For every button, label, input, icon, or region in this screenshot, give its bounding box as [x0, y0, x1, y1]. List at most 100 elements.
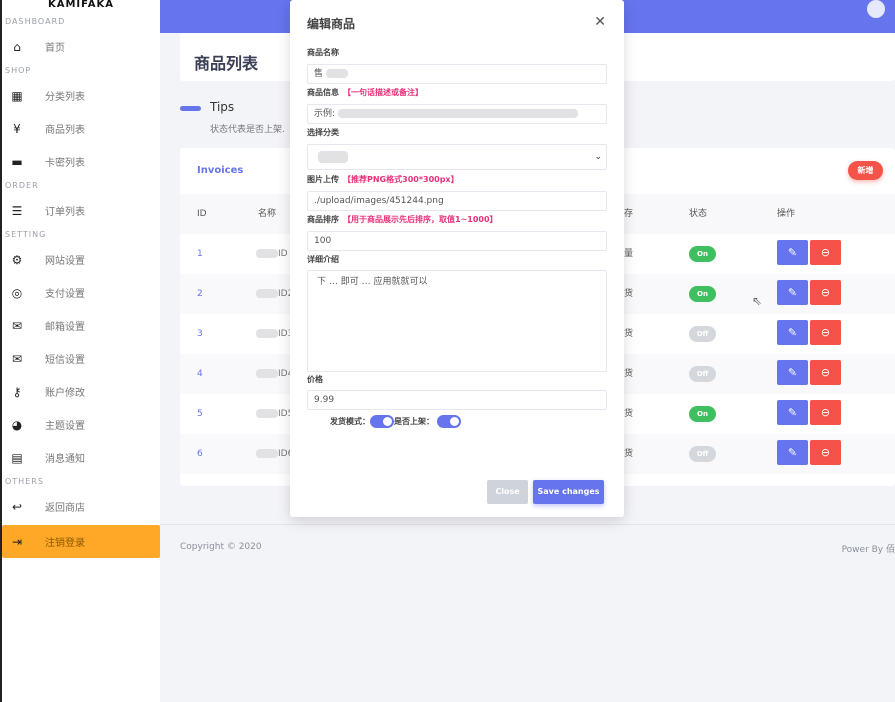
card-title: Invoices — [197, 165, 244, 176]
delete-icon[interactable]: ⊖ — [810, 360, 841, 385]
edit-icon[interactable]: ✎ — [777, 440, 808, 465]
row-id: 5 — [197, 409, 203, 419]
status-toggle[interactable]: Off — [689, 446, 716, 462]
category-select[interactable]: ⌄ — [307, 144, 607, 170]
sidebar-section-title: OTHERS — [5, 477, 44, 486]
row-name: ID4 — [256, 354, 293, 394]
row-stock: 货 — [624, 369, 634, 379]
listed-label: 是否上架： — [394, 417, 434, 426]
sidebar-item-label: 分类列表 — [45, 92, 85, 103]
sidebar-item[interactable]: ⇥ 注销登录 — [2, 525, 160, 558]
sort-input[interactable]: 100 — [307, 231, 607, 251]
sidebar-item[interactable]: ▬ 卡密列表 — [2, 145, 160, 178]
delete-icon[interactable]: ⊖ — [810, 240, 841, 265]
grid-icon: ▦ — [11, 88, 23, 103]
sidebar-item[interactable]: ↩ 返回商店 — [2, 490, 160, 523]
power-by: Power By 佰 — [841, 545, 895, 555]
delete-icon[interactable]: ⊖ — [810, 280, 841, 305]
sidebar-item-label: 短信设置 — [45, 355, 85, 366]
sidebar-item[interactable]: ▤ 消息通知 — [2, 441, 160, 474]
info-label-text: 商品信息 — [307, 88, 339, 97]
tips-bar-icon — [180, 106, 201, 111]
edit-product-modal: 编辑商品 ✕ 商品名称 售 商品信息 【一句话描述或备注】 示例: 选择分类 ⌄ … — [290, 0, 624, 517]
row-id: 4 — [197, 369, 203, 379]
detail-textarea[interactable]: 下 … 即可 … 应用就就可以 — [307, 270, 607, 372]
delete-icon[interactable]: ⊖ — [810, 440, 841, 465]
status-toggle[interactable]: Off — [689, 366, 716, 382]
status-toggle[interactable]: On — [689, 246, 716, 262]
user-avatar-icon[interactable] — [867, 0, 885, 18]
row-id: 6 — [197, 449, 203, 459]
col-name: 名称 — [258, 209, 277, 219]
price-input[interactable]: 9.99 — [307, 390, 607, 410]
detail-label: 详细介绍 — [307, 255, 339, 264]
edit-icon[interactable]: ✎ — [777, 320, 808, 345]
close-icon[interactable]: ✕ — [594, 14, 606, 30]
row-name: ID6 — [256, 434, 293, 474]
tips-text: 状态代表是否上架. — [210, 125, 285, 135]
sidebar-section-title: SETTING — [5, 230, 47, 239]
detail-value: 下 … 即可 … 应用就就可以 — [317, 277, 428, 287]
listed-toggle[interactable] — [436, 415, 461, 428]
col-status: 状态 — [689, 209, 708, 219]
sidebar-item[interactable]: ⚙ 网站设置 — [2, 243, 160, 276]
edit-icon[interactable]: ✎ — [777, 360, 808, 385]
reply-icon: ↩ — [11, 499, 23, 514]
row-stock: 量 — [624, 249, 634, 259]
sidebar-item-label: 商品列表 — [45, 125, 85, 136]
sidebar-item[interactable]: ⌂ 首页 — [2, 30, 160, 63]
sidebar-item-label: 注销登录 — [45, 538, 85, 549]
edit-icon[interactable]: ✎ — [777, 400, 808, 425]
col-actions: 操作 — [777, 209, 796, 219]
delete-icon[interactable]: ⊖ — [810, 400, 841, 425]
logout-icon: ⇥ — [11, 534, 23, 549]
row-id: 1 — [197, 249, 203, 259]
sidebar-item-label: 邮箱设置 — [45, 322, 85, 333]
sidebar-item[interactable]: ✉ 邮箱设置 — [2, 309, 160, 342]
palette-icon: ◕ — [11, 417, 23, 432]
image-label-text: 图片上传 — [307, 175, 339, 184]
info-input[interactable]: 示例: — [307, 104, 607, 124]
close-button[interactable]: Close — [487, 480, 528, 504]
gear-icon: ⚙ — [11, 252, 23, 267]
sidebar-item[interactable]: ☰ 订单列表 — [2, 194, 160, 227]
sidebar-item[interactable]: ▦ 分类列表 — [2, 79, 160, 112]
delete-icon[interactable]: ⊖ — [810, 320, 841, 345]
envelope-icon: ✉ — [11, 351, 23, 366]
sort-hint: 【用于商品展示先后排序，取值1~1000】 — [343, 215, 498, 224]
col-id: ID — [197, 209, 207, 219]
status-toggle[interactable]: On — [689, 286, 716, 302]
name-input[interactable]: 售 — [307, 64, 607, 84]
status-toggle[interactable]: On — [689, 406, 716, 422]
image-input[interactable]: ./upload/images/451244.png — [307, 191, 607, 211]
row-name: ID2 — [256, 274, 293, 314]
sidebar-section-title: DASHBOARD — [5, 17, 66, 26]
status-toggle[interactable]: Off — [689, 326, 716, 342]
sidebar-item-label: 账户修改 — [45, 388, 85, 399]
sidebar-item[interactable]: ◕ 主题设置 — [2, 408, 160, 441]
toggles: 发货模式： 是否上架： — [330, 415, 461, 428]
payment-icon: ◎ — [11, 285, 23, 300]
sidebar-item[interactable]: ¥ 商品列表 — [2, 112, 160, 145]
sidebar-item[interactable]: ◎ 支付设置 — [2, 276, 160, 309]
delivery-mode-toggle[interactable] — [370, 415, 394, 428]
sidebar-item[interactable]: ⚷ 账户修改 — [2, 375, 160, 408]
row-stock: 货 — [624, 409, 634, 419]
edit-icon[interactable]: ✎ — [777, 240, 808, 265]
key-icon: ⚷ — [12, 384, 22, 399]
sidebar-item[interactable]: ✉ 短信设置 — [2, 342, 160, 375]
edit-icon[interactable]: ✎ — [777, 280, 808, 305]
card-icon: ▬ — [11, 154, 23, 169]
sidebar-item-label: 首页 — [45, 43, 65, 54]
message-icon: ▤ — [11, 450, 23, 465]
add-button[interactable]: 新增 — [848, 161, 883, 180]
name-value: 售 — [314, 69, 324, 79]
sidebar-item-label: 主题设置 — [45, 421, 85, 432]
category-label: 选择分类 — [307, 128, 339, 137]
save-changes-button[interactable]: Save changes — [533, 480, 604, 504]
info-label: 商品信息 【一句话描述或备注】 — [307, 87, 423, 98]
tips-title: Tips — [210, 100, 235, 114]
mail-open-icon: ✉ — [11, 318, 23, 333]
sidebar-item-label: 返回商店 — [45, 503, 85, 514]
modal-title: 编辑商品 — [307, 17, 356, 31]
